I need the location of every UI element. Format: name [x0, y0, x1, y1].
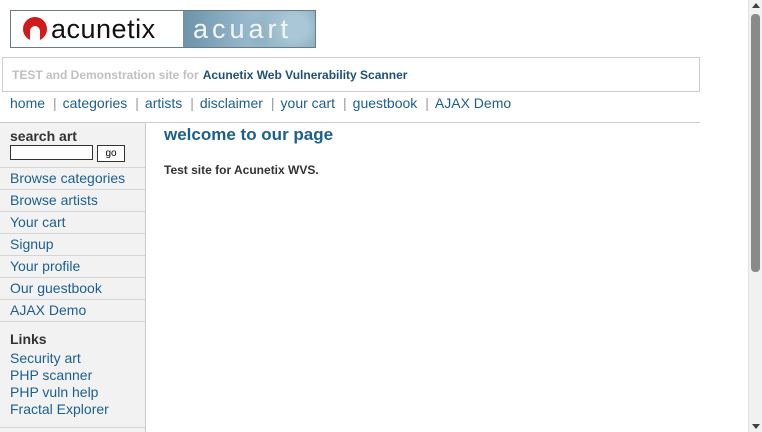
acunetix-scanner-link[interactable]: Acunetix Web Vulnerability Scanner	[203, 68, 408, 82]
acunetix-logo-icon	[23, 17, 47, 41]
scrollbar-thumb[interactable]	[751, 14, 760, 272]
link-fractal-explorer[interactable]: Fractal Explorer	[10, 401, 109, 418]
search-go-button[interactable]: go	[97, 145, 125, 162]
nav-separator: |	[425, 95, 429, 111]
top-navigation: home | categories | artists | disclaimer…	[10, 94, 511, 112]
acuart-banner: acuart	[183, 11, 315, 47]
nav-separator: |	[53, 95, 57, 111]
links-title: Links	[10, 331, 47, 347]
search-input[interactable]	[10, 145, 93, 160]
nav-disclaimer[interactable]: disclaimer	[200, 95, 263, 111]
links-list: Security art PHP scanner PHP vuln help F…	[10, 350, 109, 418]
sidebar-item-signup[interactable]: Signup	[0, 234, 145, 256]
link-security-art[interactable]: Security art	[10, 350, 109, 367]
nav-separator: |	[270, 95, 275, 111]
nav-ajax-demo[interactable]: AJAX Demo	[435, 95, 511, 111]
sidebar-item-your-profile[interactable]: Your profile	[0, 256, 145, 278]
sidebar-item-browse-artists[interactable]: Browse artists	[0, 190, 145, 212]
sidebar-divider	[0, 427, 145, 428]
scroll-up-arrow-icon[interactable]	[752, 3, 760, 8]
nav-separator: |	[190, 95, 194, 111]
acuart-wordmark: acuart	[193, 13, 293, 44]
nav-artists[interactable]: artists	[145, 95, 182, 111]
acunetix-acuart-logo[interactable]: acunetix acuart	[10, 10, 316, 48]
page-title: welcome to our page	[164, 125, 334, 144]
nav-separator: |	[135, 95, 139, 111]
sidebar: search art go Browse categories Browse a…	[0, 123, 146, 432]
sidebar-item-your-cart[interactable]: Your cart	[0, 212, 145, 234]
nav-separator: |	[343, 95, 347, 111]
vertical-scrollbar[interactable]	[748, 0, 762, 432]
scroll-down-arrow-icon[interactable]	[752, 424, 760, 429]
sidebar-menu: Browse categories Browse artists Your ca…	[0, 167, 145, 322]
nav-your-cart[interactable]: your cart	[281, 95, 335, 111]
sidebar-item-our-guestbook[interactable]: Our guestbook	[0, 278, 145, 300]
acunetix-wordmark: acunetix	[51, 13, 156, 44]
page-description: Test site for Acunetix WVS.	[164, 163, 319, 177]
link-php-vuln-help[interactable]: PHP vuln help	[10, 384, 109, 401]
nav-guestbook[interactable]: guestbook	[353, 95, 418, 111]
sidebar-item-browse-categories[interactable]: Browse categories	[0, 168, 145, 190]
link-php-scanner[interactable]: PHP scanner	[10, 367, 109, 384]
page: acunetix acuart TEST and Demonstration s…	[0, 0, 748, 432]
tagline-prefix: TEST and Demonstration site for	[12, 67, 199, 82]
tagline-box: TEST and Demonstration site for Acunetix…	[2, 57, 700, 92]
search-title: search art	[10, 128, 77, 144]
acunetix-logo: acunetix	[11, 11, 183, 47]
nav-categories[interactable]: categories	[63, 95, 128, 111]
nav-home[interactable]: home	[10, 95, 45, 111]
sidebar-item-ajax-demo[interactable]: AJAX Demo	[0, 300, 145, 322]
